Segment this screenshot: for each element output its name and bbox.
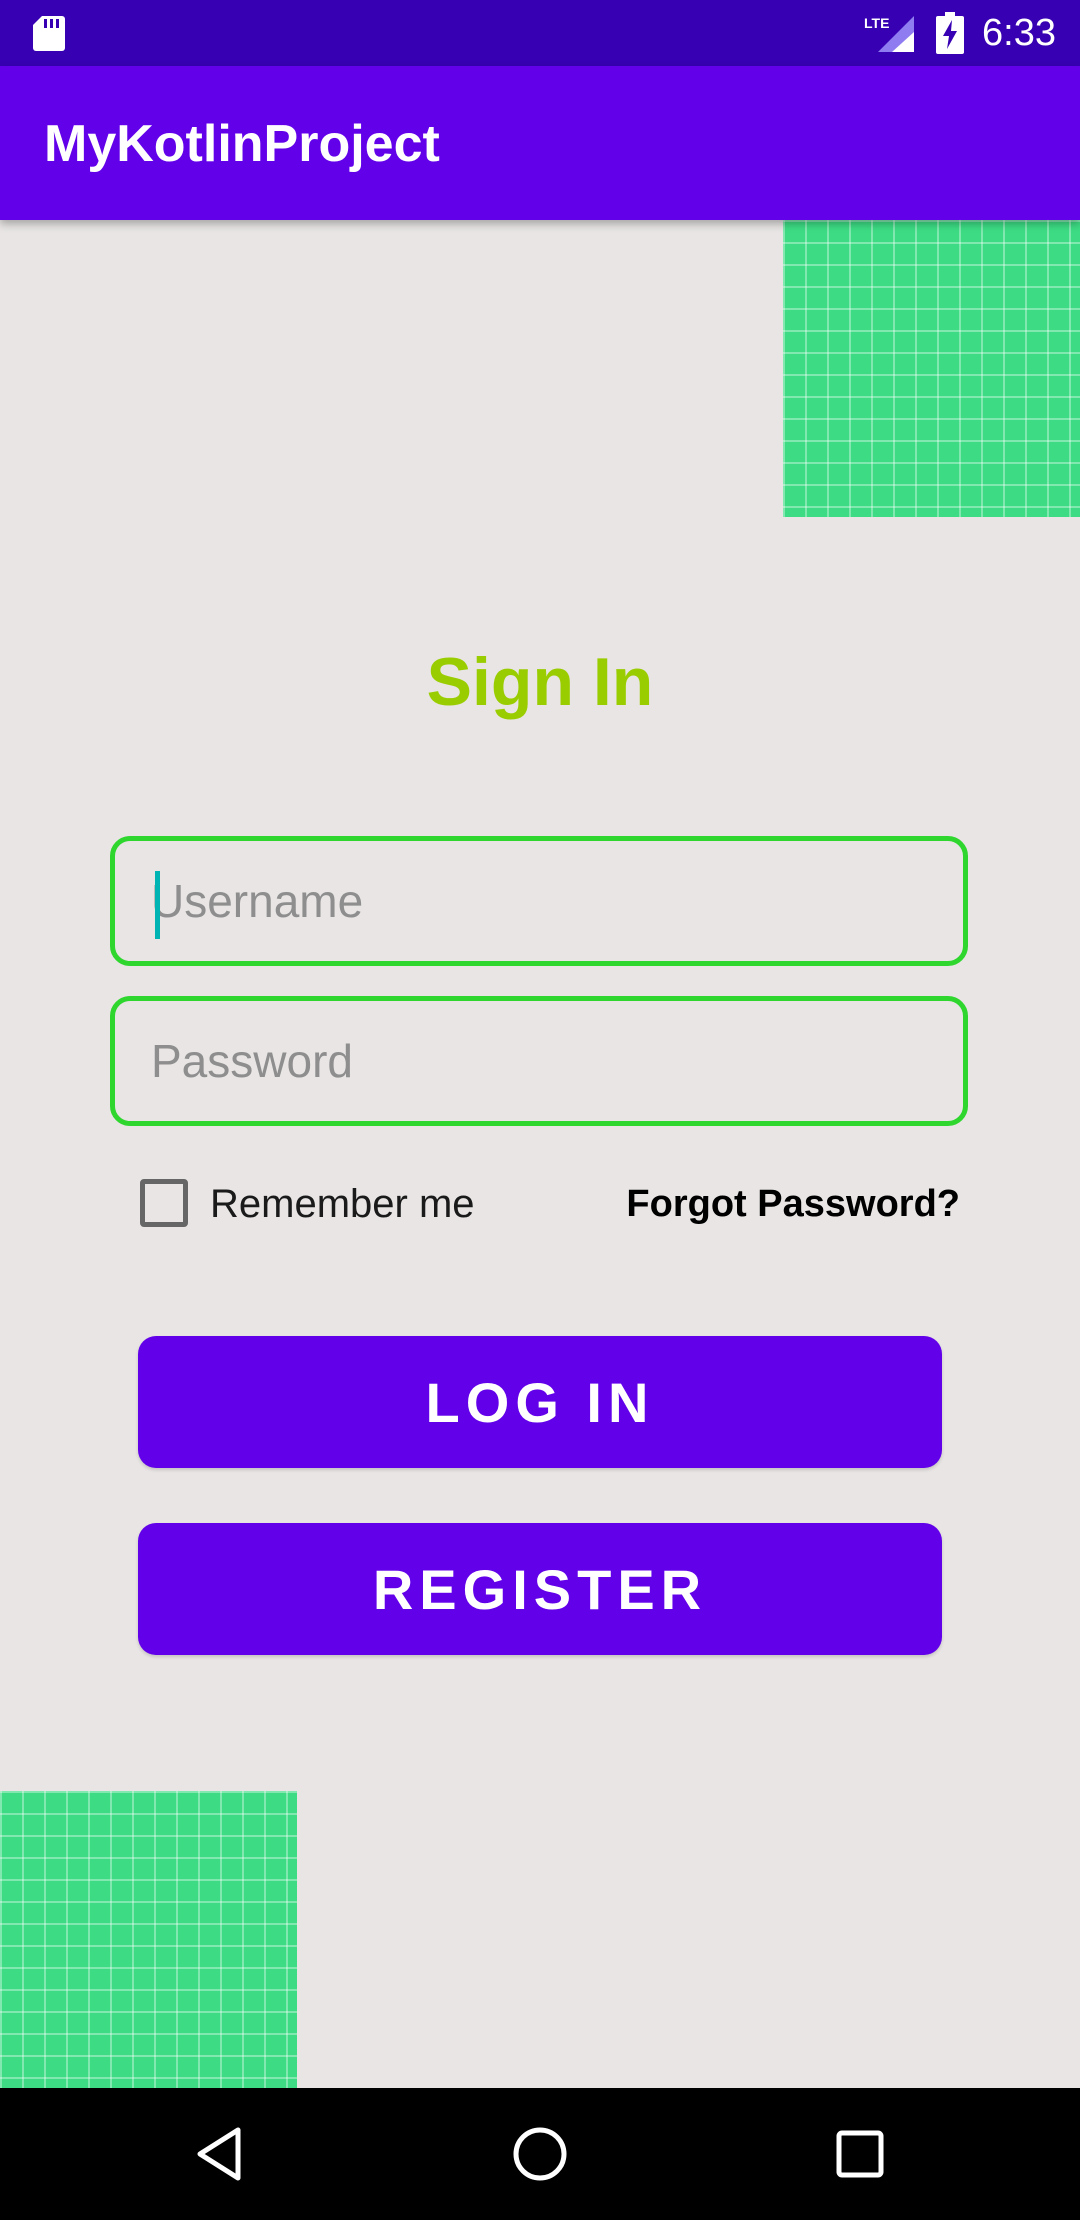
forgot-password-link[interactable]: Forgot Password? [626,1180,960,1228]
sd-card-icon [33,16,65,51]
lte-signal-icon: LTE [864,15,914,52]
grid-decoration-top [783,220,1080,517]
login-button-label: LOG IN [425,1370,655,1434]
sign-in-heading: Sign In [426,644,654,720]
app-bar: MyKotlinProject [0,66,1080,220]
remember-me-checkbox[interactable] [140,1179,188,1227]
status-bar: LTE 6:33 [0,0,1080,66]
register-button[interactable]: REGISTER [138,1523,942,1655]
login-button[interactable]: LOG IN [138,1336,942,1468]
back-icon[interactable] [190,2124,250,2184]
recents-icon[interactable] [830,2124,890,2184]
username-input[interactable] [151,841,951,961]
home-icon[interactable] [510,2124,570,2184]
navigation-bar [0,2088,1080,2220]
remember-me-label[interactable]: Remember me [210,1180,475,1228]
password-input[interactable] [151,1001,951,1121]
register-button-label: REGISTER [372,1557,708,1621]
username-field[interactable] [110,836,968,966]
grid-decoration-bottom [0,1791,297,2088]
app-title: MyKotlinProject [44,115,440,173]
text-cursor [155,871,160,939]
battery-charging-icon [936,12,964,54]
network-type-label: LTE [864,15,889,31]
password-field[interactable] [110,996,968,1126]
status-time: 6:33 [982,12,1056,54]
